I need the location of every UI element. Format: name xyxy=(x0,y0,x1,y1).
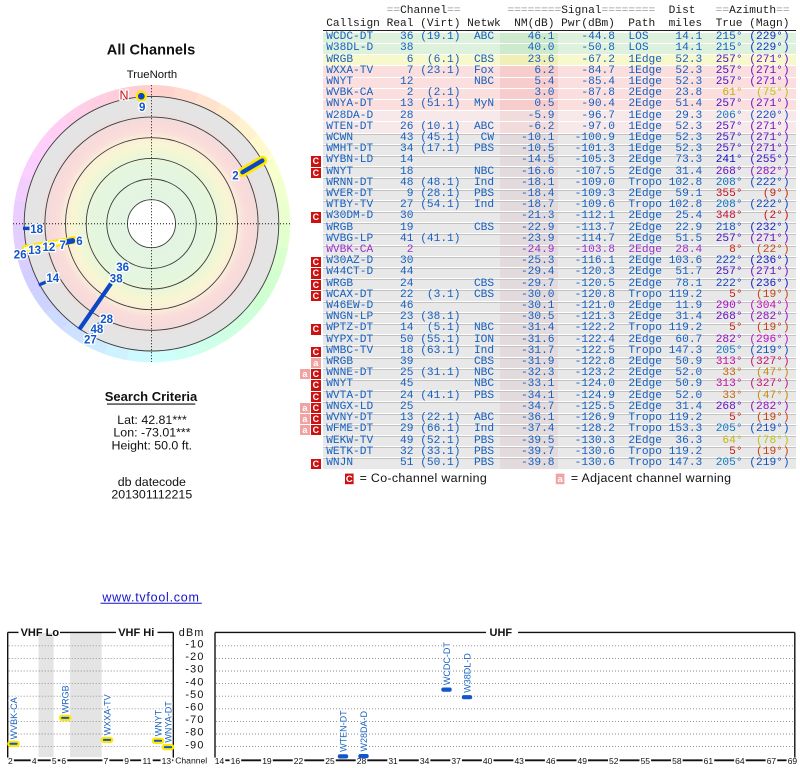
svg-text:= Co-channel warning: = Co-channel warning xyxy=(360,471,487,485)
svg-text:64: 64 xyxy=(735,756,745,766)
svg-text:www.tvfool.com: www.tvfool.com xyxy=(101,590,199,604)
svg-text:69: 69 xyxy=(788,756,798,766)
svg-text:W38DL-D: W38DL-D xyxy=(462,653,472,693)
svg-text:26: 26 xyxy=(14,249,27,261)
svg-text:a: a xyxy=(557,474,563,485)
svg-text:31: 31 xyxy=(388,756,398,766)
svg-text:WNYA-DT: WNYA-DT xyxy=(163,701,173,743)
svg-text:67: 67 xyxy=(767,756,777,766)
svg-text:37: 37 xyxy=(451,756,461,766)
svg-text:-50: -50 xyxy=(185,689,204,701)
svg-text:9: 9 xyxy=(139,102,145,114)
svg-text:WNYT: WNYT xyxy=(153,709,163,736)
svg-text:-20: -20 xyxy=(185,651,204,663)
svg-text:58: 58 xyxy=(672,756,682,766)
svg-text:14: 14 xyxy=(46,273,59,285)
svg-text:7: 7 xyxy=(104,756,109,766)
svg-text:Channel: Channel xyxy=(175,756,207,766)
svg-text:-40: -40 xyxy=(185,676,204,688)
svg-text:22: 22 xyxy=(294,756,304,766)
svg-text:Lon: -73.01***: Lon: -73.01*** xyxy=(113,426,190,440)
svg-text:VHF Lo: VHF Lo xyxy=(21,627,60,639)
svg-text:C: C xyxy=(346,474,353,485)
svg-text:All Channels: All Channels xyxy=(107,42,195,58)
svg-text:-70: -70 xyxy=(185,714,204,726)
svg-text:WTEN-DT: WTEN-DT xyxy=(338,710,348,752)
svg-text:36: 36 xyxy=(116,262,129,274)
svg-text:W28DA-D: W28DA-D xyxy=(359,711,369,752)
svg-text:Lat: 42.81***: Lat: 42.81*** xyxy=(117,413,187,427)
svg-text:34: 34 xyxy=(420,756,430,766)
svg-text:VHF Hi: VHF Hi xyxy=(118,627,154,639)
svg-text:4: 4 xyxy=(32,756,37,766)
svg-text:201301112215: 201301112215 xyxy=(111,488,192,502)
svg-text:dBm: dBm xyxy=(179,627,205,639)
svg-text:WCDC-DT: WCDC-DT xyxy=(442,642,452,685)
svg-text:5: 5 xyxy=(52,756,57,766)
svg-text:18: 18 xyxy=(30,224,43,236)
svg-text:19: 19 xyxy=(262,756,272,766)
svg-text:N: N xyxy=(120,89,129,103)
svg-text:13: 13 xyxy=(162,756,172,766)
svg-text:-60: -60 xyxy=(185,702,204,714)
svg-text:-10: -10 xyxy=(185,639,204,651)
svg-text:43: 43 xyxy=(514,756,524,766)
svg-text:25: 25 xyxy=(325,756,335,766)
svg-text:2: 2 xyxy=(232,170,238,182)
svg-text:WRGB: WRGB xyxy=(61,685,71,713)
svg-text:6: 6 xyxy=(76,236,82,248)
svg-text:40: 40 xyxy=(483,756,493,766)
svg-text:-80: -80 xyxy=(185,727,204,739)
svg-text:16: 16 xyxy=(231,756,241,766)
svg-text:11: 11 xyxy=(142,756,151,766)
svg-text:Height: 50.0 ft.: Height: 50.0 ft. xyxy=(112,439,193,453)
svg-text:WXXA-TV: WXXA-TV xyxy=(102,694,112,735)
svg-text:27: 27 xyxy=(84,335,97,347)
svg-text:38: 38 xyxy=(110,273,123,285)
svg-text:61: 61 xyxy=(704,756,714,766)
svg-text:6: 6 xyxy=(61,756,66,766)
svg-text:TrueNorth: TrueNorth xyxy=(127,69,177,81)
svg-text:WVBK-CA: WVBK-CA xyxy=(9,697,19,739)
svg-text:-90: -90 xyxy=(185,739,204,751)
svg-text:2: 2 xyxy=(8,756,13,766)
svg-text:55: 55 xyxy=(641,756,651,766)
svg-text:13: 13 xyxy=(28,245,41,257)
svg-text:9: 9 xyxy=(124,756,129,766)
svg-text:7: 7 xyxy=(60,240,66,252)
svg-text:UHF: UHF xyxy=(490,627,513,639)
svg-text:Search Criteria: Search Criteria xyxy=(105,389,198,404)
svg-text:= Adjacent channel warning: = Adjacent channel warning xyxy=(571,471,731,485)
svg-text:14: 14 xyxy=(215,756,225,766)
svg-text:52: 52 xyxy=(609,756,619,766)
svg-text:46: 46 xyxy=(546,756,556,766)
svg-text:49: 49 xyxy=(578,756,588,766)
svg-text:-30: -30 xyxy=(185,664,204,676)
svg-text:12: 12 xyxy=(43,242,56,254)
